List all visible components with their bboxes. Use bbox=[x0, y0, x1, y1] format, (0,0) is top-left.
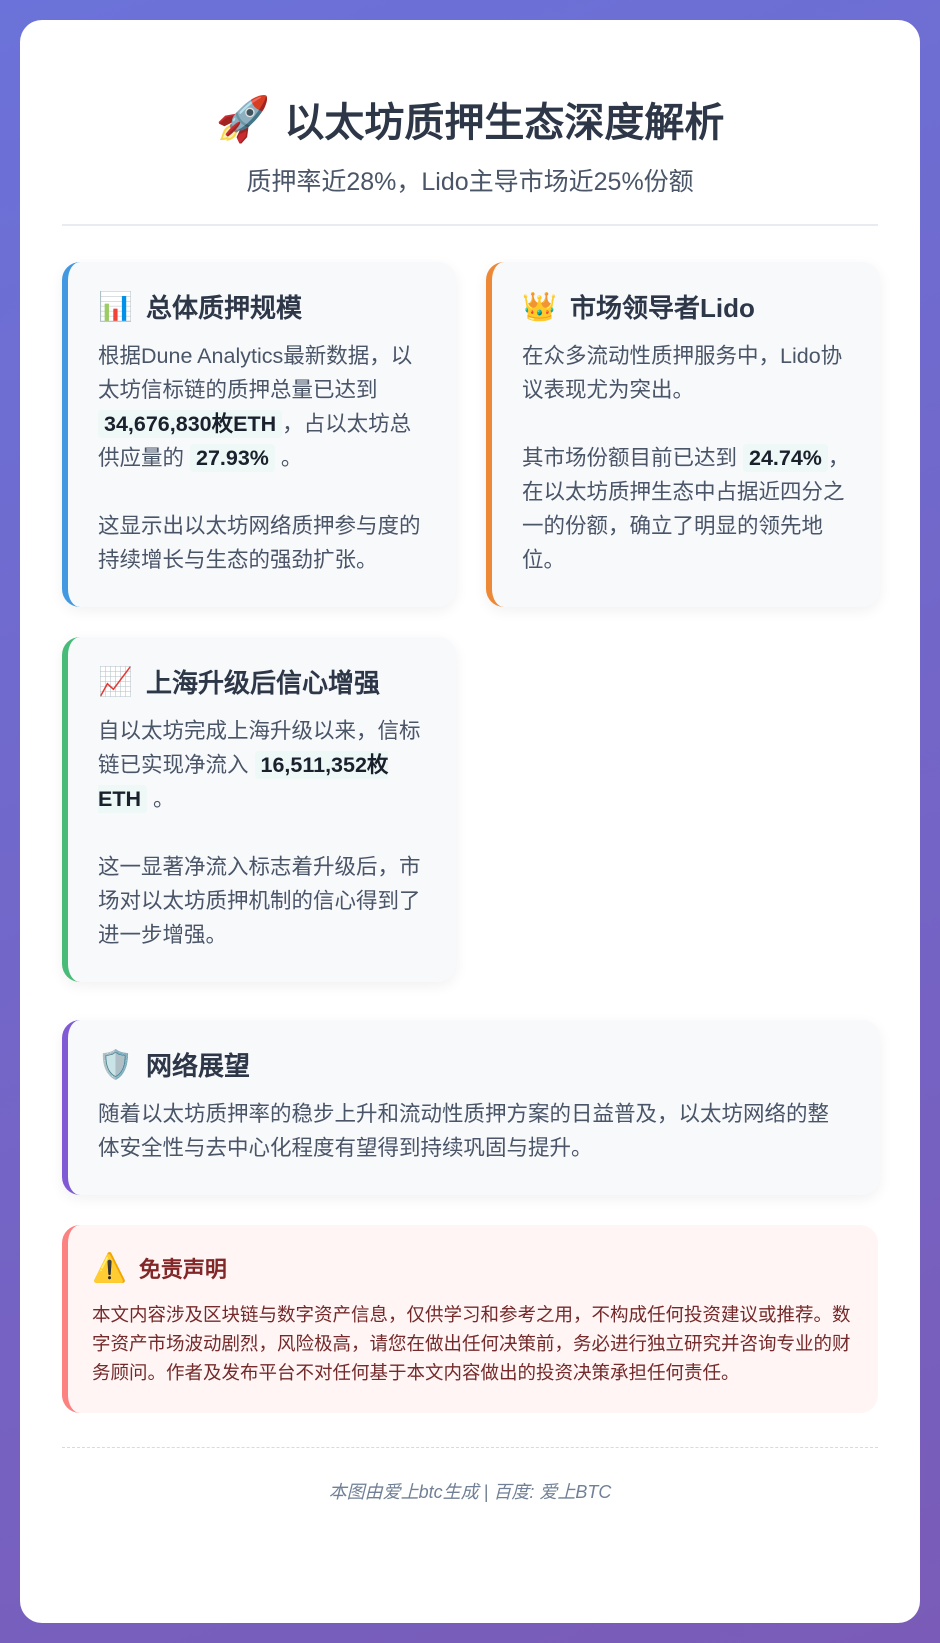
paragraph: 其市场份额目前已达到 24.74% ，在以太坊质押生态中占据近四分之一的份额，确立… bbox=[522, 441, 850, 577]
text: 。 bbox=[280, 446, 303, 470]
section-total-staking: 📊 总体质押规模 根据Dune Analytics最新数据，以太坊信标链的质押总… bbox=[62, 262, 456, 607]
paragraph: 在众多流动性质押服务中，Lido协议表现尤为突出。 bbox=[522, 344, 843, 402]
section-header: 📈 上海升级后信心增强 bbox=[98, 663, 426, 700]
section-network-outlook: 🛡️ 网络展望 随着以太坊质押率的稳步上升和流动性质押方案的日益普及，以太坊网络… bbox=[62, 1020, 880, 1195]
highlight-value: 27.93% bbox=[190, 444, 275, 472]
infographic-card: 🚀 以太坊质押生态深度解析 质押率近28%，Lido主导市场近25%份额 📊 总… bbox=[20, 20, 920, 1623]
section-market-leader: 👑 市场领导者Lido 在众多流动性质押服务中，Lido协议表现尤为突出。 其市… bbox=[486, 262, 880, 607]
rocket-icon: 🚀 bbox=[215, 95, 271, 144]
page-title: 🚀 以太坊质押生态深度解析 bbox=[62, 90, 878, 148]
text: 。 bbox=[152, 787, 175, 811]
text: 根据Dune Analytics最新数据，以太坊信标链的质押总量已达到 bbox=[98, 344, 413, 402]
section-title: 总体质押规模 bbox=[146, 293, 303, 323]
paragraph: 根据Dune Analytics最新数据，以太坊信标链的质押总量已达到 34,6… bbox=[98, 339, 426, 475]
section-header: 🛡️ 网络展望 bbox=[98, 1046, 850, 1083]
section-title: 市场领导者Lido bbox=[570, 293, 755, 323]
disclaimer-title: 免责声明 bbox=[138, 1256, 227, 1282]
section-body: 根据Dune Analytics最新数据，以太坊信标链的质押总量已达到 34,6… bbox=[98, 339, 426, 577]
warning-icon: ⚠️ bbox=[92, 1252, 127, 1283]
page-title-text: 以太坊质押生态深度解析 bbox=[284, 101, 725, 145]
highlight-value: 24.74% bbox=[743, 444, 828, 472]
section-body: 在众多流动性质押服务中，Lido协议表现尤为突出。 其市场份额目前已达到 24.… bbox=[522, 339, 850, 577]
trending-up-icon: 📈 bbox=[98, 666, 133, 697]
paragraph: 这显示出以太坊网络质押参与度的持续增长与生态的强劲扩张。 bbox=[98, 514, 421, 572]
grid-spacer bbox=[486, 637, 880, 982]
section-header: 📊 总体质押规模 bbox=[98, 288, 426, 325]
section-header: 👑 市场领导者Lido bbox=[522, 288, 850, 325]
disclaimer-box: ⚠️ 免责声明 本文内容涉及区块链与数字资产信息，仅供学习和参考之用，不构成任何… bbox=[62, 1225, 878, 1413]
highlight-value: 34,676,830枚ETH bbox=[98, 410, 283, 438]
footer-credit: 本图由爱上btc生成 | 百度: 爱上BTC bbox=[62, 1447, 878, 1504]
shield-icon: 🛡️ bbox=[98, 1049, 133, 1080]
crown-icon: 👑 bbox=[522, 291, 557, 322]
section-body: 自以太坊完成上海升级以来，信标链已实现净流入 16,511,352枚ETH 。 … bbox=[98, 714, 426, 952]
section-title: 网络展望 bbox=[146, 1051, 251, 1081]
sections-grid: 📊 总体质押规模 根据Dune Analytics最新数据，以太坊信标链的质押总… bbox=[62, 262, 880, 1195]
paragraph: 自以太坊完成上海升级以来，信标链已实现净流入 16,511,352枚ETH 。 bbox=[98, 714, 426, 816]
page-subtitle: 质押率近28%，Lido主导市场近25%份额 bbox=[246, 168, 694, 196]
section-title: 上海升级后信心增强 bbox=[146, 668, 381, 698]
section-body: 随着以太坊质押率的稳步上升和流动性质押方案的日益普及，以太坊网络的整体安全性与去… bbox=[98, 1102, 830, 1160]
disclaimer-header: ⚠️ 免责声明 bbox=[92, 1251, 854, 1284]
header: 🚀 以太坊质押生态深度解析 质押率近28%，Lido主导市场近25%份额 bbox=[62, 90, 878, 226]
text: 其市场份额目前已达到 bbox=[522, 446, 738, 470]
paragraph: 这一显著净流入标志着升级后，市场对以太坊质押机制的信心得到了进一步增强。 bbox=[98, 855, 421, 947]
section-shanghai-upgrade: 📈 上海升级后信心增强 自以太坊完成上海升级以来，信标链已实现净流入 16,51… bbox=[62, 637, 456, 982]
disclaimer-body: 本文内容涉及区块链与数字资产信息，仅供学习和参考之用，不构成任何投资建议或推荐。… bbox=[92, 1304, 851, 1383]
bar-chart-icon: 📊 bbox=[98, 291, 133, 322]
